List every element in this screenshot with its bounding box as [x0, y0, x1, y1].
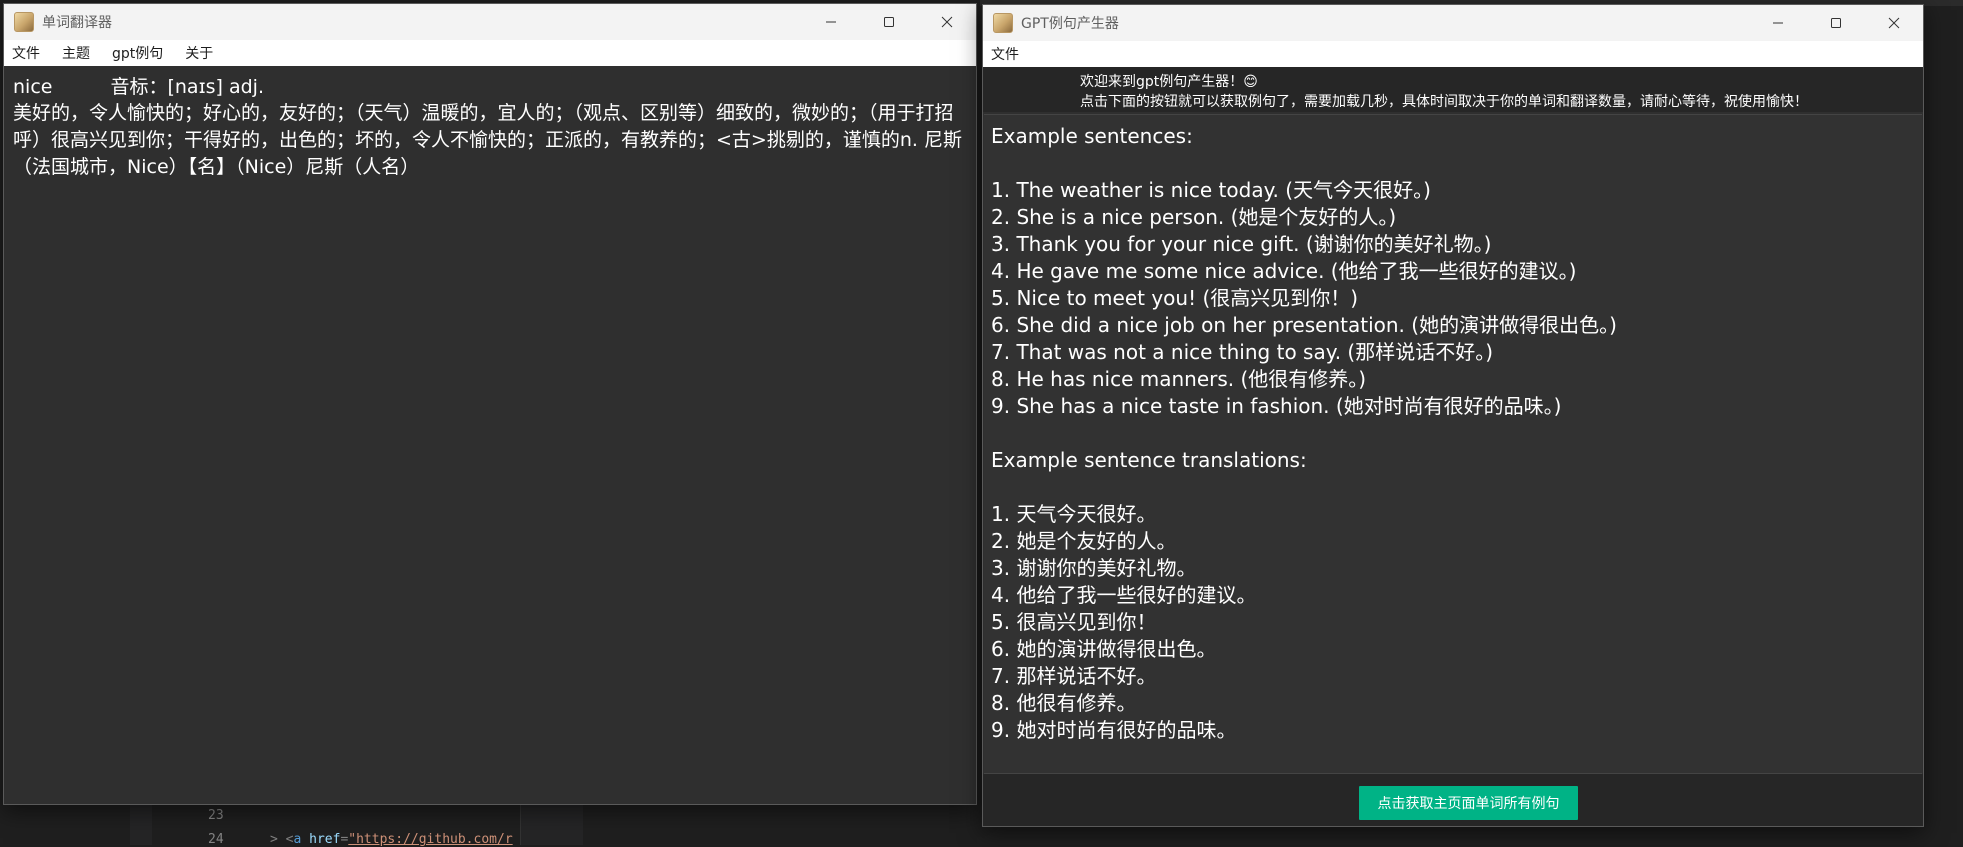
close-icon — [1888, 17, 1900, 29]
welcome-line: 欢迎来到gpt例句产生器！😊 — [1080, 74, 1258, 90]
sentence-item: 5. Nice to meet you! (很高兴见到你！) — [991, 286, 1359, 310]
window-controls — [1749, 5, 1923, 41]
minimize-button[interactable] — [1749, 5, 1807, 41]
close-button[interactable] — [1865, 5, 1923, 41]
sentence-item: 8. He has nice manners. (他很有修养。) — [991, 367, 1367, 391]
gpt-menubar: 文件 — [983, 41, 1923, 67]
window-title: 单词翻译器 — [42, 15, 112, 31]
example-output[interactable]: Example sentences: 1. The weather is nic… — [984, 114, 1922, 774]
translation-item: 2. 她是个友好的人。 — [991, 529, 1177, 553]
translation-item: 8. 他很有修养。 — [991, 691, 1137, 715]
phonetic-text: 音标：[naɪs] adj. — [110, 76, 264, 98]
translation-item: 4. 他给了我一些很好的建议。 — [991, 583, 1257, 607]
gpt-window: GPT例句产生器 文件 欢迎来到gpt例句产生器！😊 点击下面的按钮就可以获取例… — [982, 4, 1924, 827]
minimize-icon — [826, 21, 836, 23]
fetch-examples-button[interactable]: 点击获取主页面单词所有例句 — [1359, 786, 1578, 820]
translation-item: 3. 谢谢你的美好礼物。 — [991, 556, 1197, 580]
translation-display[interactable]: nice 音标：[naɪs] adj. 美好的，令人愉快的；好心的，友好的；（天气… — [4, 66, 976, 804]
sentence-item: 6. She did a nice job on her presentatio… — [991, 313, 1617, 337]
word-header: nice 音标：[naɪs] adj. — [13, 74, 967, 100]
window-controls — [802, 4, 976, 40]
line-number: 23 — [208, 808, 224, 823]
definition-text: 美好的，令人愉快的；好心的，友好的；（天气）温暖的，宜人的；（观点、区别等）细致… — [13, 102, 962, 178]
maximize-button[interactable] — [860, 4, 918, 40]
translation-item: 7. 那样说话不好。 — [991, 664, 1157, 688]
menu-theme[interactable]: 主题 — [62, 43, 90, 63]
app-avatar-icon — [993, 13, 1013, 33]
gpt-titlebar[interactable]: GPT例句产生器 — [983, 5, 1923, 41]
menu-file[interactable]: 文件 — [12, 43, 40, 63]
menu-gpt-examples[interactable]: gpt例句 — [112, 43, 163, 63]
button-bar: 点击获取主页面单词所有例句 — [983, 774, 1923, 826]
translation-item: 1. 天气今天很好。 — [991, 502, 1157, 526]
translator-menubar: 文件 主题 gpt例句 关于 — [4, 40, 976, 66]
window-title: GPT例句产生器 — [1021, 16, 1119, 32]
translation-item: 5. 很高兴见到你！ — [991, 610, 1157, 634]
sentence-item: 4. He gave me some nice advice. (他给了我一些很… — [991, 259, 1577, 283]
sentence-item: 2. She is a nice person. (她是个友好的人。) — [991, 205, 1397, 229]
word-text: nice — [13, 76, 53, 98]
translations-heading: Example sentence translations: — [991, 448, 1307, 472]
minimize-button[interactable] — [802, 4, 860, 40]
menu-file[interactable]: 文件 — [991, 44, 1019, 64]
sentence-item: 9. She has a nice taste in fashion. (她对时… — [991, 394, 1562, 418]
minimize-icon — [1773, 22, 1783, 24]
sentence-item: 3. Thank you for your nice gift. (谢谢你的美好… — [991, 232, 1492, 256]
maximize-button[interactable] — [1807, 5, 1865, 41]
background-panel-strip — [520, 805, 583, 845]
menu-about[interactable]: 关于 — [185, 43, 213, 63]
close-button[interactable] — [918, 4, 976, 40]
translator-window: 单词翻译器 文件 主题 gpt例句 关于 nice 音标：[naɪs] adj. … — [3, 3, 977, 805]
welcome-banner: 欢迎来到gpt例句产生器！😊 点击下面的按钮就可以获取例句了，需要加载几秒，具体… — [983, 67, 1923, 112]
instruction-line: 点击下面的按钮就可以获取例句了，需要加载几秒，具体时间取决于你的单词和翻译数量，… — [1080, 94, 1808, 110]
sentence-item: 1. The weather is nice today. (天气今天很好。) — [991, 178, 1431, 202]
maximize-icon — [884, 17, 894, 27]
translation-item: 6. 她的演讲做得很出色。 — [991, 637, 1217, 661]
close-icon — [941, 16, 953, 28]
sentence-item: 7. That was not a nice thing to say. (那样… — [991, 340, 1494, 364]
translation-item: 9. 她对时尚有很好的品味。 — [991, 718, 1237, 742]
sentences-heading: Example sentences: — [991, 124, 1193, 148]
maximize-icon — [1831, 18, 1841, 28]
translator-titlebar[interactable]: 单词翻译器 — [4, 4, 976, 40]
app-avatar-icon — [14, 12, 34, 32]
